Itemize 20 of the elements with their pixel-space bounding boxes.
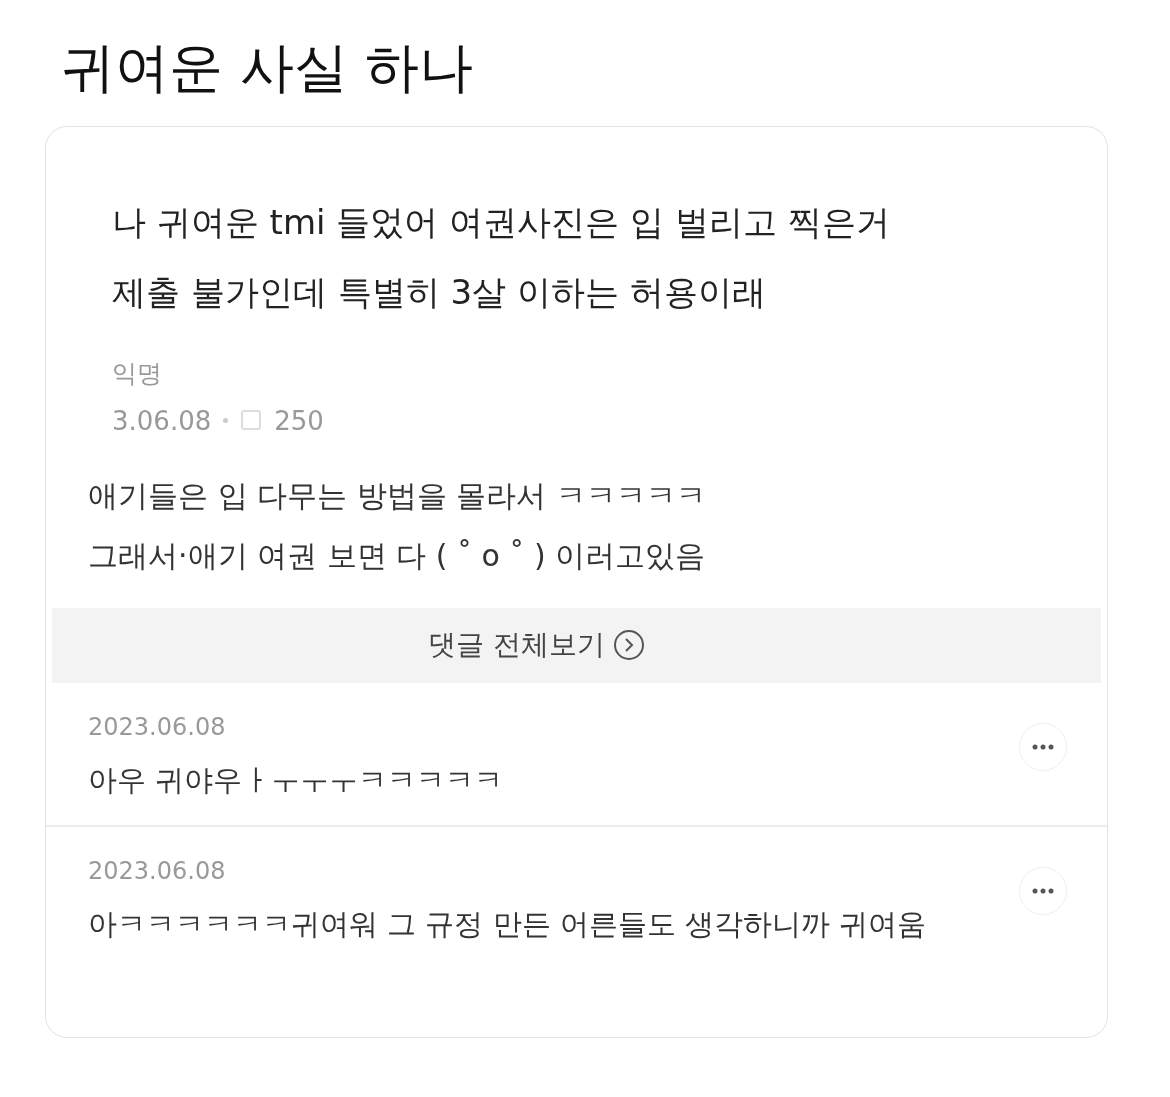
post-title: 귀여운 사실 하나 — [61, 35, 475, 101]
comment-text-line: 그래서·애기 여권 보면 다 ( ˚ o ˚ ) 이러고있음 — [88, 536, 707, 575]
post-text-line: 제출 불가인데 특별히 3살 이하는 허용이래 — [112, 270, 767, 314]
chevron-circle-icon — [612, 629, 645, 662]
comment-text: 아ㅋㅋㅋㅋㅋㅋ귀여워 그 규정 만든 어른들도 생각하니까 귀여움 — [88, 905, 927, 943]
comment-text-line: 애기들은 입 다무는 방법을 몰라서 ㅋㅋㅋㅋㅋ — [88, 476, 707, 515]
view-all-comments-button[interactable]: 댓글 전체보기 — [52, 607, 1101, 683]
post-text-line: 나 귀여운 tmi 들었어 여권사진은 입 벌리고 찍은거 — [112, 200, 891, 244]
more-options-button[interactable] — [1019, 866, 1067, 915]
comment-text: 아우 귀야우ㅏㅜㅜㅜㅋㅋㅋㅋㅋ — [88, 761, 504, 799]
author-name: 익명 — [112, 357, 163, 390]
ellipsis-icon — [1032, 743, 1054, 750]
comment-icon — [240, 408, 263, 433]
comment-date: 2023.06.08 — [88, 856, 227, 885]
ellipsis-icon — [1032, 887, 1054, 894]
more-options-button[interactable] — [1019, 722, 1067, 771]
comment-date: 2023.06.08 — [88, 712, 227, 741]
post-date: 3.06.08 — [112, 405, 212, 436]
comment-count: 250 — [274, 405, 324, 436]
separator-dot-icon — [223, 418, 229, 424]
